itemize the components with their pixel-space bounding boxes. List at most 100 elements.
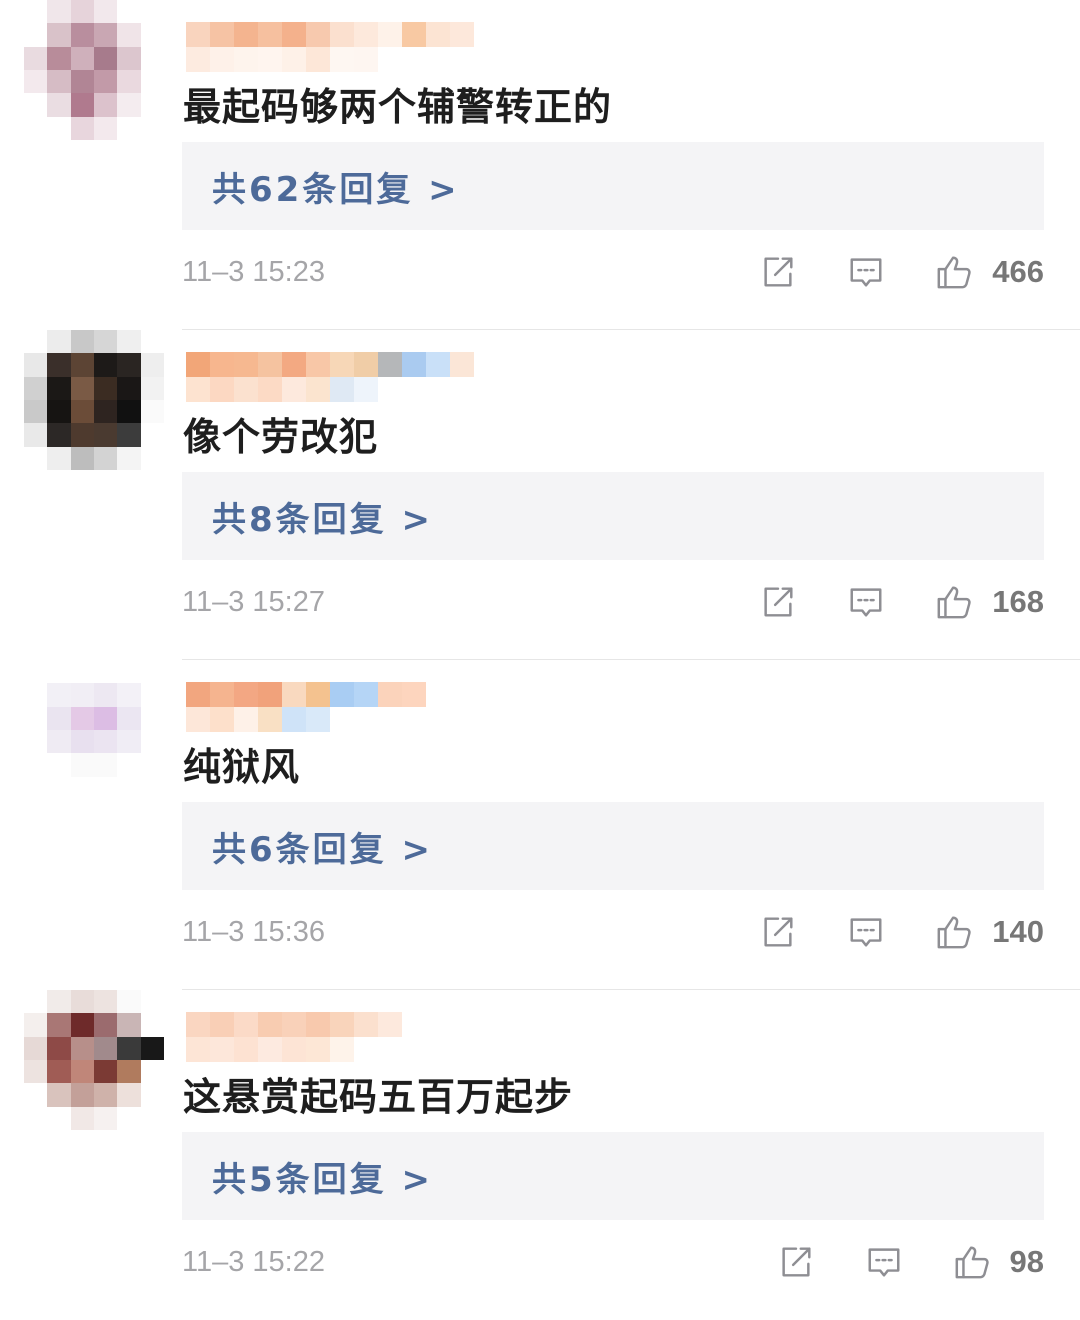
avatar-pixel bbox=[70, 990, 94, 1014]
like-thumb-icon[interactable] bbox=[952, 1242, 992, 1282]
like-thumb-icon[interactable] bbox=[934, 912, 974, 952]
avatar-pixel bbox=[94, 46, 118, 70]
avatar-pixel bbox=[70, 730, 94, 754]
avatar-pixel bbox=[117, 1106, 141, 1130]
username-pixel bbox=[258, 352, 282, 377]
comment-timestamp: 11–3 15:22 bbox=[182, 1246, 325, 1278]
avatar-pixel bbox=[70, 446, 94, 470]
avatar-pixel bbox=[47, 330, 71, 354]
avatar-pixel bbox=[47, 1060, 71, 1084]
avatar[interactable] bbox=[24, 660, 164, 800]
avatar-pixel bbox=[117, 116, 141, 140]
avatar-pixel bbox=[140, 0, 164, 24]
username-pixel bbox=[258, 1012, 282, 1037]
avatar-pixel bbox=[140, 330, 164, 354]
share-icon[interactable] bbox=[758, 252, 798, 292]
share-icon[interactable] bbox=[758, 912, 798, 952]
comment-icon[interactable] bbox=[846, 252, 886, 292]
username-pixel bbox=[210, 47, 234, 72]
username-pixel bbox=[330, 682, 354, 707]
avatar-pixel bbox=[94, 1013, 118, 1037]
avatar-pixel bbox=[94, 423, 118, 447]
comment-actions: 98 bbox=[776, 1242, 1044, 1282]
avatar-pixel bbox=[70, 70, 94, 94]
view-replies-button[interactable]: 共6条回复 > bbox=[182, 802, 1044, 890]
comment-icon[interactable] bbox=[864, 1242, 904, 1282]
username-pixel bbox=[378, 352, 402, 377]
username-pixel bbox=[210, 1037, 234, 1062]
avatar-pixel bbox=[117, 46, 141, 70]
like-thumb-icon[interactable] bbox=[934, 582, 974, 622]
username-pixel bbox=[258, 47, 282, 72]
username-pixel bbox=[306, 352, 330, 377]
avatar-pixel bbox=[140, 23, 164, 47]
avatar-pixel bbox=[47, 353, 71, 377]
username-pixel bbox=[330, 1037, 354, 1062]
username-pixel bbox=[234, 22, 258, 47]
like-count: 466 bbox=[992, 254, 1044, 289]
avatar-pixel bbox=[24, 330, 48, 354]
avatar-pixel bbox=[94, 1106, 118, 1130]
avatar-pixel bbox=[94, 1036, 118, 1060]
avatar-pixel bbox=[140, 706, 164, 730]
like-thumb-icon[interactable] bbox=[934, 252, 974, 292]
comment-timestamp: 11–3 15:23 bbox=[182, 256, 325, 288]
username-pixel bbox=[210, 377, 234, 402]
comment-icon[interactable] bbox=[846, 912, 886, 952]
username-pixel bbox=[234, 1012, 258, 1037]
avatar-pixel bbox=[70, 423, 94, 447]
like-count: 168 bbox=[992, 584, 1044, 619]
username-blurred[interactable] bbox=[186, 22, 474, 72]
avatar[interactable] bbox=[24, 990, 164, 1130]
username-pixel bbox=[258, 682, 282, 707]
username-pixel bbox=[354, 22, 378, 47]
avatar-pixel bbox=[117, 330, 141, 354]
username-blurred[interactable] bbox=[186, 682, 426, 732]
avatar-pixel bbox=[47, 376, 71, 400]
avatar-pixel bbox=[47, 1036, 71, 1060]
view-replies-button[interactable]: 共8条回复 > bbox=[182, 472, 1044, 560]
avatar-pixel bbox=[47, 753, 71, 777]
view-replies-button[interactable]: 共5条回复 > bbox=[182, 1132, 1044, 1220]
username-pixel bbox=[186, 682, 210, 707]
avatar-pixel bbox=[70, 330, 94, 354]
username-pixel bbox=[378, 682, 402, 707]
share-icon[interactable] bbox=[758, 582, 798, 622]
avatar-pixel bbox=[117, 753, 141, 777]
share-icon[interactable] bbox=[776, 1242, 816, 1282]
avatar-pixel bbox=[70, 46, 94, 70]
avatar-pixel bbox=[117, 706, 141, 730]
username-pixel bbox=[234, 707, 258, 732]
avatar-pixel bbox=[24, 423, 48, 447]
username-pixel bbox=[282, 1037, 306, 1062]
comment-meta: 11–3 15:23 466 bbox=[182, 254, 1044, 296]
avatar-pixel bbox=[47, 683, 71, 707]
avatar-pixel bbox=[24, 1036, 48, 1060]
avatar[interactable] bbox=[24, 0, 164, 140]
avatar-pixel bbox=[94, 660, 118, 684]
username-pixel bbox=[186, 377, 210, 402]
replies-count-label: 共6条回复 > bbox=[212, 829, 433, 870]
comment-timestamp: 11–3 15:27 bbox=[182, 586, 325, 618]
username-pixel bbox=[234, 377, 258, 402]
avatar-pixel bbox=[47, 93, 71, 117]
comment-icon[interactable] bbox=[846, 582, 886, 622]
username-blurred[interactable] bbox=[186, 352, 474, 402]
view-replies-button[interactable]: 共62条回复 > bbox=[182, 142, 1044, 230]
username-pixel bbox=[330, 22, 354, 47]
avatar-pixel bbox=[117, 376, 141, 400]
comment-feed: 最起码够两个辅警转正的 共62条回复 > 11–3 15:23 466 像个劳改… bbox=[0, 0, 1080, 1295]
avatar-pixel bbox=[140, 776, 164, 800]
username-pixel bbox=[234, 47, 258, 72]
avatar-pixel bbox=[140, 400, 164, 424]
avatar-pixel bbox=[47, 730, 71, 754]
username-pixel bbox=[186, 47, 210, 72]
avatar[interactable] bbox=[24, 330, 164, 470]
comment-actions: 168 bbox=[758, 582, 1044, 622]
avatar-pixel bbox=[140, 93, 164, 117]
replies-count-label: 共62条回复 > bbox=[212, 169, 460, 210]
comment-text: 像个劳改犯 bbox=[183, 415, 379, 459]
username-blurred[interactable] bbox=[186, 1012, 402, 1062]
avatar-pixel bbox=[47, 70, 71, 94]
avatar-pixel bbox=[140, 660, 164, 684]
